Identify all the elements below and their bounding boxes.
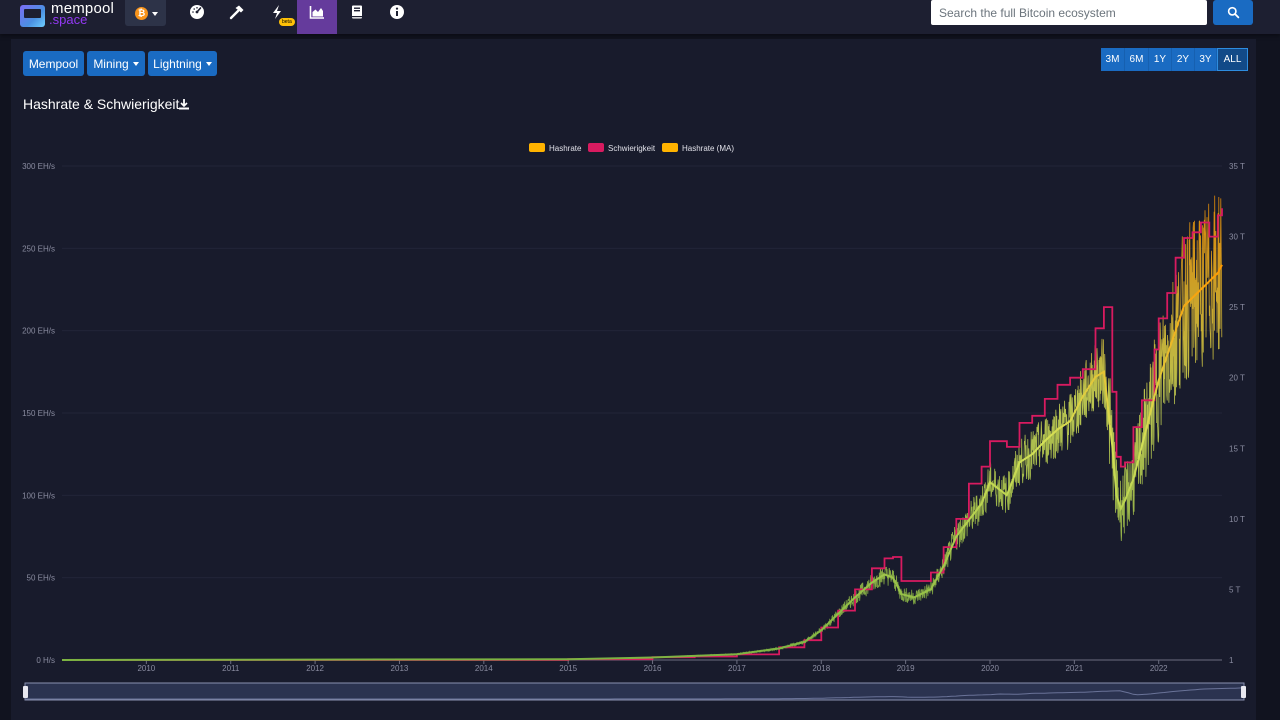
zoom-slider-right-handle[interactable]	[1241, 686, 1246, 698]
y-left-tick-label: 50 EH/s	[27, 574, 55, 583]
y-right-tick-label: 30 T	[1229, 233, 1245, 242]
legend-swatch	[529, 143, 545, 152]
x-tick-label: 2010	[137, 664, 155, 673]
x-tick-label: 2022	[1150, 664, 1168, 673]
x-tick-label: 2020	[981, 664, 999, 673]
x-tick-label: 2015	[559, 664, 577, 673]
legend-swatch	[662, 143, 678, 152]
legend-item[interactable]: Hashrate (MA)	[662, 143, 734, 153]
x-tick-label: 2018	[812, 664, 830, 673]
y-left-tick-label: 100 EH/s	[22, 491, 55, 500]
y-right-tick-label: 10 T	[1229, 515, 1245, 524]
x-tick-label: 2013	[391, 664, 409, 673]
x-tick-label: 2017	[728, 664, 746, 673]
x-tick-label: 2011	[222, 664, 240, 673]
y-left-tick-label: 200 EH/s	[22, 327, 55, 336]
y-left-tick-label: 0 H/s	[36, 656, 55, 665]
x-tick-label: 2016	[644, 664, 662, 673]
x-tick-label: 2019	[897, 664, 915, 673]
x-tick-label: 2012	[306, 664, 324, 673]
y-left-tick-label: 300 EH/s	[22, 162, 55, 171]
y-right-tick-label: 5 T	[1229, 585, 1241, 594]
zoom-slider-track[interactable]	[24, 682, 1245, 701]
hashrate-series-line	[62, 195, 1223, 661]
legend-item[interactable]: Schwierigkeit	[588, 143, 656, 153]
x-tick-label: 2014	[475, 664, 493, 673]
zoom-slider-left-handle[interactable]	[23, 686, 28, 698]
hashrate-ma-series-line	[61, 264, 1223, 661]
legend-label: Hashrate	[549, 144, 582, 153]
legend-label: Hashrate (MA)	[682, 144, 734, 153]
y-right-tick-label: 35 T	[1229, 162, 1245, 171]
y-left-tick-label: 250 EH/s	[22, 244, 55, 253]
x-tick-label: 2021	[1065, 664, 1083, 673]
legend-item[interactable]: Hashrate	[529, 143, 582, 153]
y-right-tick-label: 15 T	[1229, 444, 1245, 453]
y-left-tick-label: 150 EH/s	[22, 409, 55, 418]
legend-label: Schwierigkeit	[608, 144, 656, 153]
hashrate-difficulty-chart: 0 H/s 50 EH/s 100 EH/s 150 EH/s 200 EH/s 250 …	[22, 143, 1246, 701]
y-right-tick-label: 20 T	[1229, 374, 1245, 383]
y-right-tick-label: 1	[1229, 656, 1234, 665]
legend-swatch	[588, 143, 604, 152]
y-right-tick-label: 25 T	[1229, 303, 1245, 312]
